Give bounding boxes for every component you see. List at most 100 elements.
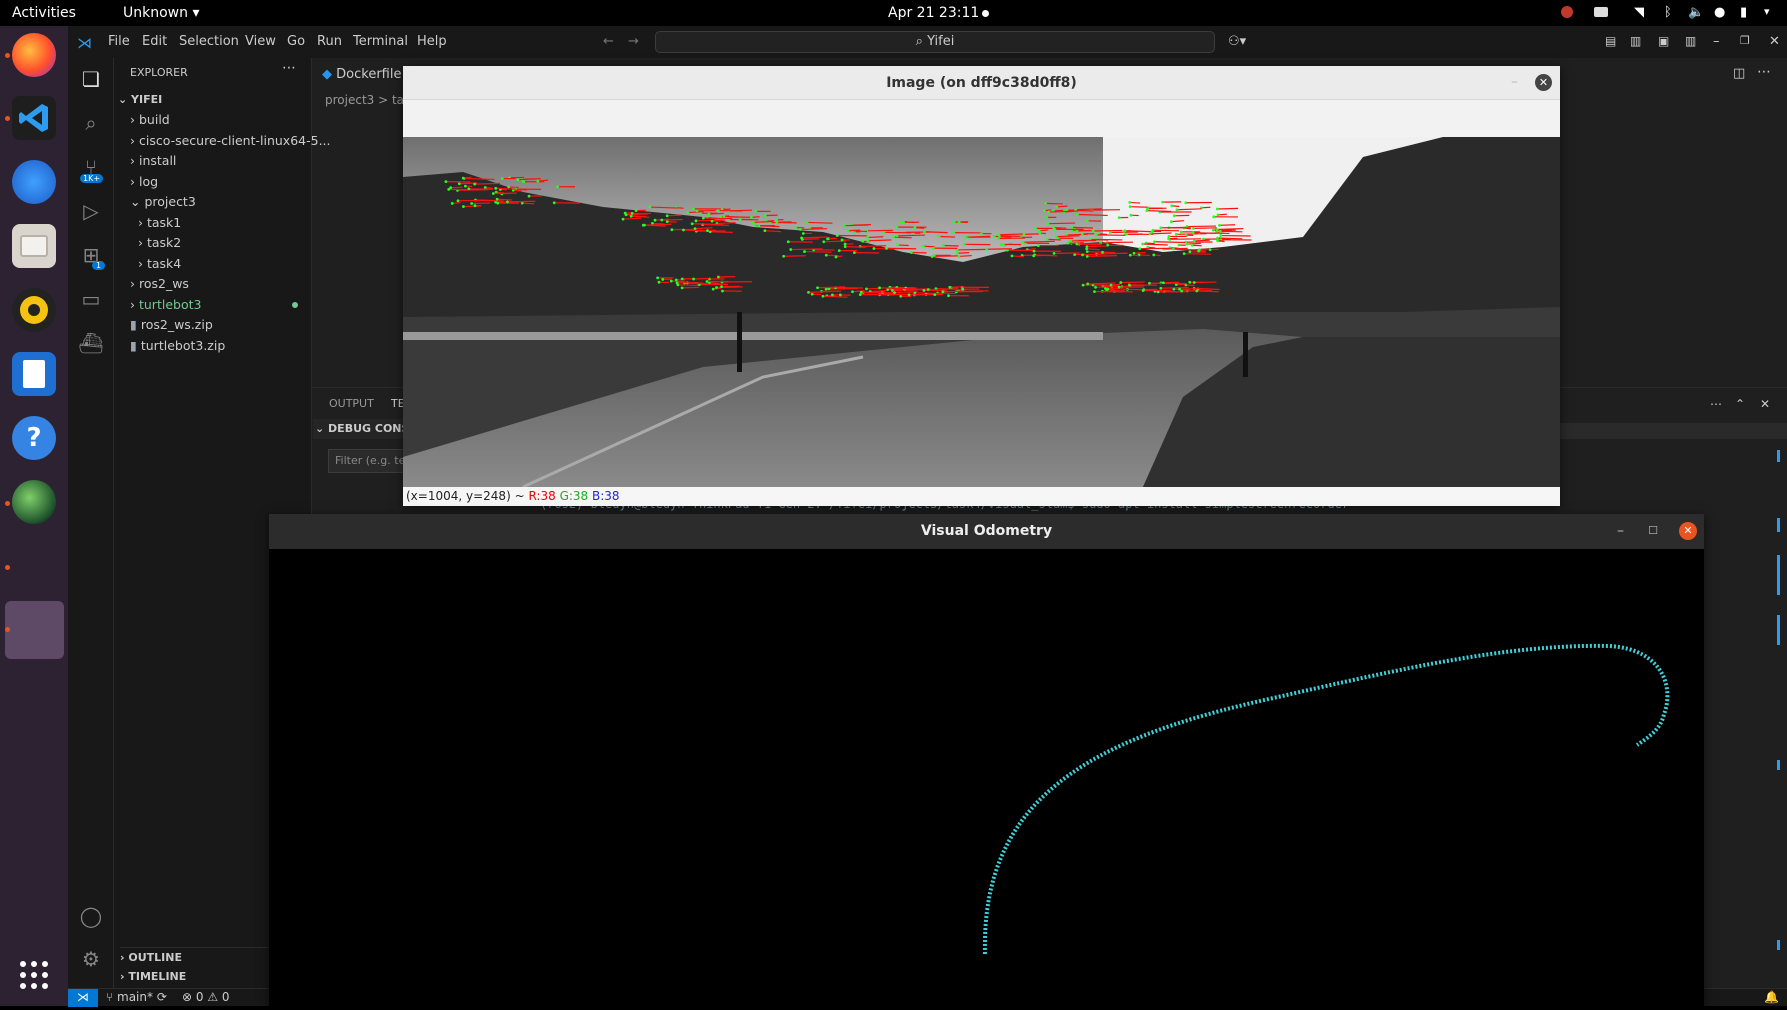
trajectory-canvas[interactable] — [269, 549, 1704, 1006]
image-toolbar — [403, 100, 1560, 137]
search-icon[interactable]: ⌕ — [78, 110, 104, 136]
tree-item-build[interactable]: › build — [130, 110, 312, 130]
activities-button[interactable]: Activities — [12, 5, 76, 21]
feature-point — [853, 251, 856, 254]
tree-item-ros2-ws-zip[interactable]: ▮ ros2_ws.zip — [130, 315, 312, 335]
explorer-icon[interactable]: ❏ — [78, 66, 104, 92]
tree-item-log[interactable]: › log — [130, 172, 312, 192]
workspace-root[interactable]: ⌄ YIFEI — [118, 90, 162, 110]
wifi-icon[interactable]: ◥ — [1634, 5, 1644, 20]
dock: ? — [0, 26, 68, 1006]
minimize-icon[interactable]: – — [1617, 523, 1624, 539]
menu-go[interactable]: Go — [287, 34, 305, 49]
minimize-icon[interactable]: – — [1511, 74, 1518, 90]
screen-share-icon[interactable] — [1594, 7, 1608, 17]
bluetooth-icon[interactable]: ᛒ — [1664, 5, 1672, 20]
tree-item-cisco-secure-client-linux64-5-[interactable]: › cisco-secure-client-linux64-5... — [130, 131, 312, 151]
help-icon[interactable]: ? — [12, 416, 56, 460]
menu-selection[interactable]: Selection — [179, 34, 239, 49]
minimize-icon[interactable]: – — [1713, 34, 1720, 49]
feature-track — [1187, 226, 1216, 227]
forward-arrow-icon[interactable]: → — [628, 34, 639, 49]
menu-run[interactable]: Run — [317, 34, 342, 49]
tree-item-task2[interactable]: › task2 — [138, 233, 312, 253]
feature-track — [784, 256, 806, 257]
secondary-sidebar-icon[interactable]: ▥ — [1685, 34, 1696, 48]
show-apps-icon[interactable] — [19, 960, 49, 990]
close-icon[interactable]: ✕ — [1769, 34, 1780, 49]
tree-item-task1[interactable]: › task1 — [138, 213, 312, 233]
maximize-icon[interactable]: ☐ — [1648, 523, 1658, 539]
vscode-icon[interactable] — [12, 96, 56, 140]
branch-status[interactable]: ⑂ main* ⟳ — [106, 990, 167, 1004]
feature-point — [822, 240, 825, 243]
notifications-bell-icon[interactable]: 🔔 — [1764, 990, 1779, 1004]
copilot-icon[interactable]: ⚇▾ — [1228, 34, 1246, 49]
firefox-icon[interactable] — [12, 33, 56, 77]
feature-point — [841, 238, 844, 241]
app-menu[interactable]: Unknown ▾ — [123, 5, 199, 21]
feature-point — [754, 210, 757, 213]
menu-file[interactable]: File — [108, 34, 130, 49]
recording-indicator-icon[interactable] — [1561, 6, 1573, 18]
close-icon[interactable]: ✕ — [1535, 74, 1552, 91]
panel-close-icon[interactable]: ✕ — [1760, 397, 1770, 411]
tree-item-turtlebot3[interactable]: › turtlebot3 — [130, 295, 312, 315]
menu-help[interactable]: Help — [417, 34, 447, 49]
menu-terminal[interactable]: Terminal — [353, 34, 408, 49]
feature-point — [666, 220, 669, 223]
filter-input[interactable]: Filter (e.g. te — [328, 449, 404, 473]
libreoffice-writer-icon[interactable] — [12, 352, 56, 396]
problems-status[interactable]: ⊗ 0 ⚠ 0 — [182, 990, 230, 1004]
app-globe-icon[interactable] — [12, 480, 56, 524]
tree-item-project3[interactable]: ⌄ project3 — [130, 192, 312, 212]
restore-icon[interactable]: ❐ — [1740, 34, 1750, 47]
remote-indicator-icon[interactable]: ⋊ — [68, 989, 98, 1007]
back-arrow-icon[interactable]: ← — [603, 34, 614, 49]
battery-icon[interactable]: ▮ — [1740, 5, 1747, 20]
tab-output[interactable]: OUTPUT — [329, 397, 374, 410]
timeline-section[interactable]: › TIMELINE — [120, 967, 186, 987]
close-icon[interactable]: ✕ — [1679, 522, 1697, 540]
camera-image[interactable] — [403, 137, 1560, 487]
tree-item-turtlebot3-zip[interactable]: ▮ turtlebot3.zip — [130, 336, 312, 356]
split-editor-icon[interactable]: ◫ — [1733, 66, 1745, 81]
tree-item-task4[interactable]: › task4 — [138, 254, 312, 274]
rhythmbox-icon[interactable] — [12, 288, 56, 332]
feature-point — [1218, 224, 1221, 227]
remote-explorer-icon[interactable]: ▭ — [78, 286, 104, 312]
debug-console-header[interactable]: ⌄ DEBUG CONSO — [313, 419, 405, 439]
editor-more-icon[interactable]: ⋯ — [1757, 64, 1771, 80]
feature-point — [878, 286, 881, 289]
system-menu-icon[interactable]: ▾ — [1764, 5, 1770, 18]
feature-track — [678, 285, 698, 286]
run-debug-icon[interactable]: ▷ — [78, 198, 104, 224]
feature-track — [509, 187, 519, 188]
menu-view[interactable]: View — [245, 34, 276, 49]
image-window-titlebar[interactable]: Image (on dff9c38d0ff8) — [403, 66, 1560, 100]
accounts-icon[interactable]: ◯ — [78, 903, 104, 929]
tree-item-install[interactable]: › install — [130, 151, 312, 171]
volume-icon[interactable]: 🔈 — [1688, 5, 1704, 20]
tree-item-ros2-ws[interactable]: › ros2_ws — [130, 274, 312, 294]
files-icon[interactable] — [12, 224, 56, 268]
docker-icon[interactable]: ⛴ — [78, 330, 104, 356]
editor-tab[interactable]: ◆ Dockerfile — [312, 58, 408, 92]
breadcrumb[interactable]: project3 > ta — [325, 93, 404, 107]
microphone-icon[interactable]: ● — [1714, 5, 1725, 20]
command-center-search[interactable]: ⌕ Yifei — [655, 31, 1215, 53]
feature-track — [950, 287, 965, 288]
panel-maximize-icon[interactable]: ⌃ — [1735, 397, 1745, 411]
vo-window-titlebar[interactable]: Visual Odometry — [269, 514, 1704, 549]
panel-more-icon[interactable]: ⋯ — [1710, 397, 1722, 411]
menu-edit[interactable]: Edit — [142, 34, 167, 49]
layout-toggle-icon[interactable]: ▤ — [1605, 34, 1616, 48]
thunderbird-icon[interactable] — [12, 160, 56, 204]
clock[interactable]: Apr 21 23:11 — [888, 5, 979, 21]
more-actions-icon[interactable]: ⋯ — [282, 60, 296, 76]
panel-toggle-icon[interactable]: ▣ — [1658, 34, 1669, 48]
manage-gear-icon[interactable]: ⚙ — [78, 946, 104, 972]
sidebar-toggle-icon[interactable]: ▥ — [1630, 34, 1641, 48]
feature-point — [694, 227, 697, 230]
dock-active-slot[interactable] — [5, 601, 64, 659]
